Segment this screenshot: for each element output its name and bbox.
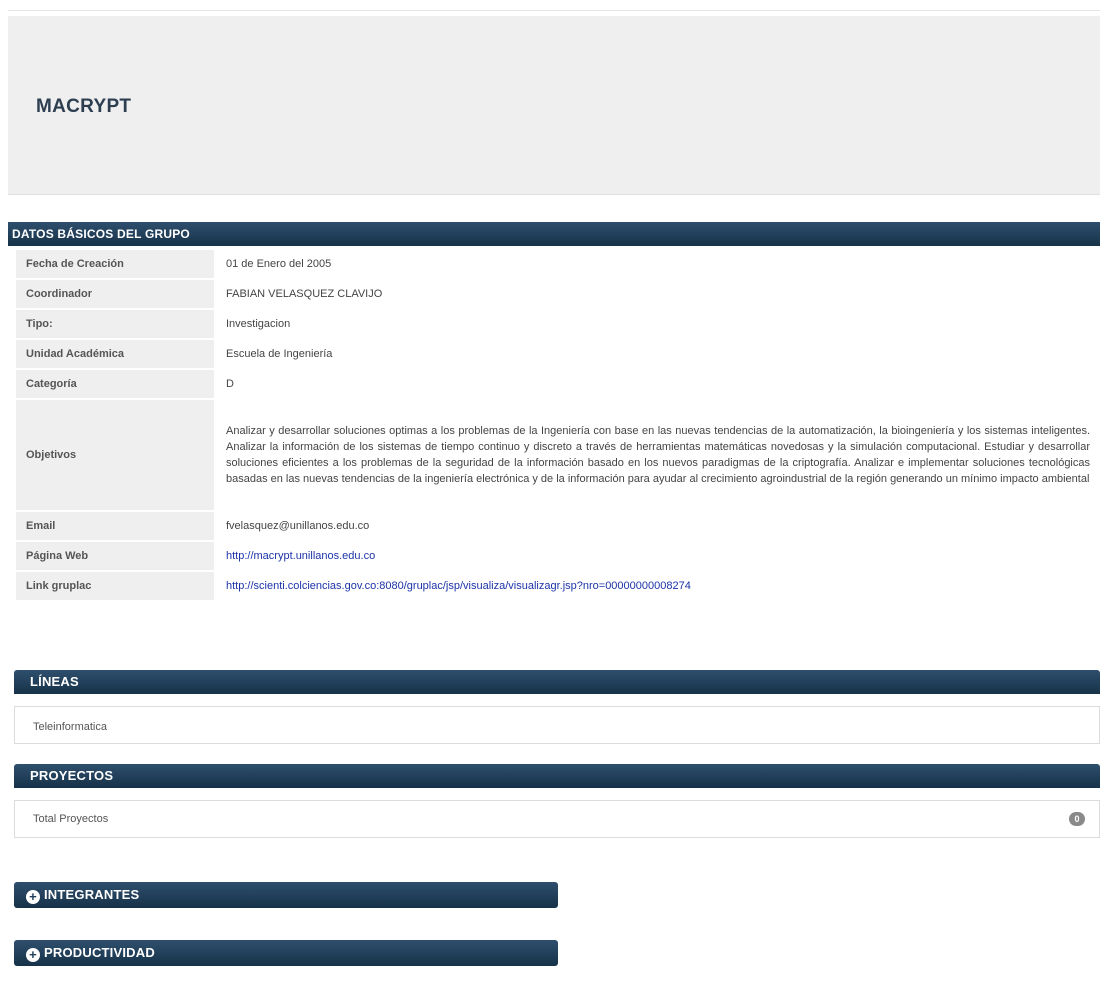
basic-data-header: DATOS BÁSICOS DEL GRUPO — [8, 222, 1100, 246]
table-row: Unidad Académica Escuela de Ingeniería — [16, 340, 1100, 368]
table-row: Objetivos Analizar y desarrollar solucio… — [16, 400, 1100, 510]
table-row: Coordinador FABIAN VELASQUEZ CLAVIJO — [16, 280, 1100, 308]
website-label: Página Web — [16, 542, 214, 570]
total-projects-badge: 0 — [1069, 812, 1085, 826]
table-row: Link gruplac http://scienti.colciencias.… — [16, 572, 1100, 600]
basic-data-table: Fecha de Creación 01 de Enero del 2005 C… — [16, 248, 1100, 602]
coordinator-value: FABIAN VELASQUEZ CLAVIJO — [226, 288, 383, 300]
table-row: Fecha de Creación 01 de Enero del 2005 — [16, 250, 1100, 278]
category-value: D — [226, 378, 234, 390]
group-title-banner: MACRYPT — [8, 16, 1100, 195]
type-label: Tipo: — [16, 310, 214, 338]
table-row: Página Web http://macrypt.unillanos.edu.… — [16, 542, 1100, 570]
lineas-header: LÍNEAS — [14, 670, 1100, 694]
list-item: Teleinformatica — [33, 721, 107, 733]
website-link[interactable]: http://macrypt.unillanos.edu.co — [226, 550, 375, 562]
email-label: Email — [16, 512, 214, 540]
lineas-panel: Teleinformatica — [14, 706, 1100, 744]
productividad-label: PRODUCTIVIDAD — [44, 945, 155, 960]
email-value: fvelasquez@unillanos.edu.co — [226, 520, 370, 532]
academic-unit-value: Escuela de Ingeniería — [226, 348, 333, 360]
integrantes-toggle-button[interactable]: + INTEGRANTES — [14, 882, 558, 908]
gruplac-label: Link gruplac — [16, 572, 214, 600]
productividad-toggle-button[interactable]: + PRODUCTIVIDAD — [14, 940, 558, 966]
creation-date-label: Fecha de Creación — [16, 250, 214, 278]
group-title: MACRYPT — [36, 96, 132, 117]
coordinator-label: Coordinador — [16, 280, 214, 308]
plus-circle-icon: + — [26, 948, 40, 962]
gruplac-link[interactable]: http://scienti.colciencias.gov.co:8080/g… — [226, 580, 691, 592]
top-divider — [8, 10, 1100, 11]
objectives-label: Objetivos — [16, 400, 214, 510]
proyectos-header: PROYECTOS — [14, 764, 1100, 788]
type-value: Investigacion — [226, 318, 291, 330]
plus-circle-icon: + — [26, 890, 40, 904]
website-cell: http://macrypt.unillanos.edu.co — [214, 542, 1100, 570]
objectives-value: Analizar y desarrollar soluciones optima… — [226, 425, 1090, 485]
creation-date-value: 01 de Enero del 2005 — [226, 258, 332, 270]
total-projects-label: Total Proyectos — [33, 813, 109, 825]
academic-unit-label: Unidad Académica — [16, 340, 214, 368]
table-row: Tipo: Investigacion — [16, 310, 1100, 338]
proyectos-panel: Total Proyectos 0 — [14, 800, 1100, 838]
table-row: Categoría D — [16, 370, 1100, 398]
table-row: Email fvelasquez@unillanos.edu.co — [16, 512, 1100, 540]
integrantes-label: INTEGRANTES — [44, 887, 140, 902]
category-label: Categoría — [16, 370, 214, 398]
gruplac-cell: http://scienti.colciencias.gov.co:8080/g… — [214, 572, 1100, 600]
